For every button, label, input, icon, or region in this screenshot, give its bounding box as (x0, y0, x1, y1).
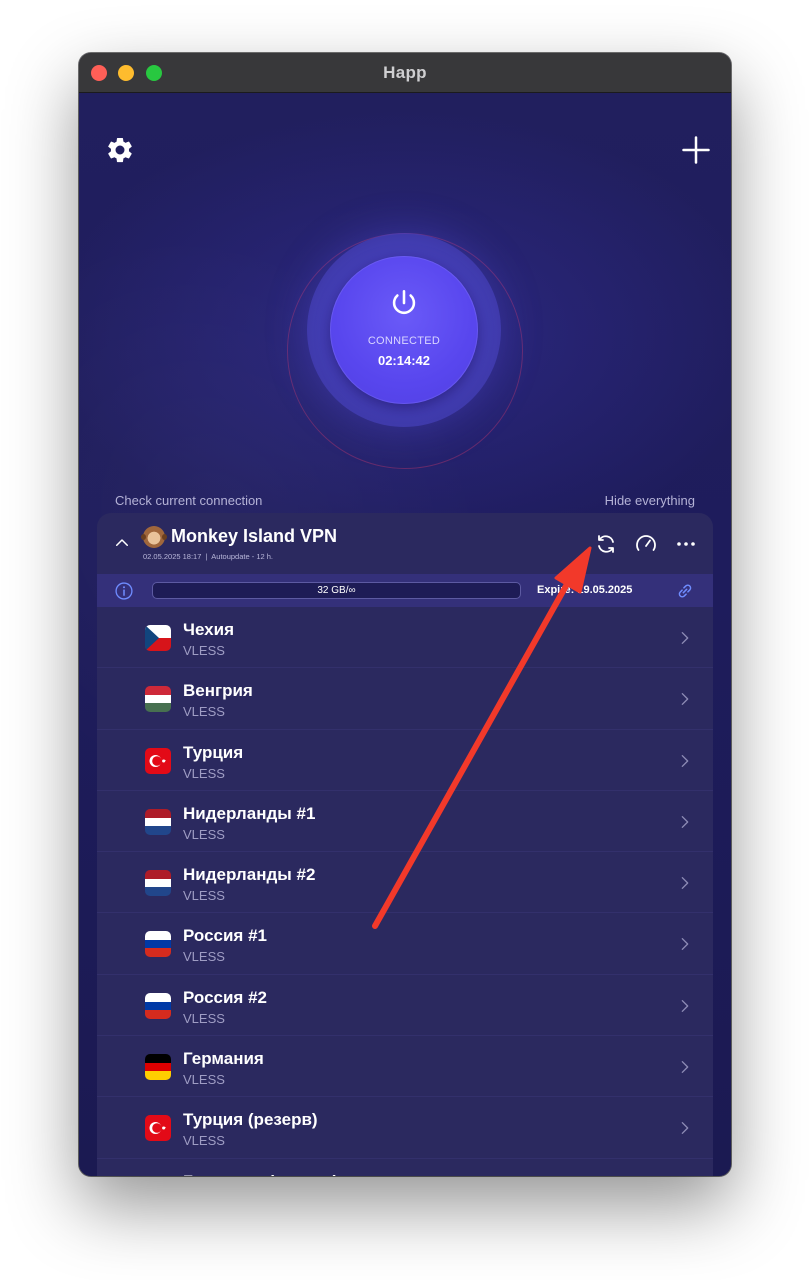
server-protocol: VLESS (183, 1133, 225, 1149)
server-name: Нидерланды #1 (183, 803, 316, 823)
more-options-icon[interactable] (674, 532, 698, 556)
chevron-right-icon (681, 938, 689, 951)
server-name: Германия (резерв) (183, 1172, 338, 1176)
chevron-right-icon (681, 999, 689, 1012)
server-protocol: VLESS (183, 643, 225, 658)
chevron-up-icon[interactable] (113, 534, 131, 552)
server-name: Россия #1 (183, 926, 267, 946)
refresh-icon[interactable] (594, 532, 618, 556)
window-title: Happ (383, 63, 427, 82)
traffic-progress: 32 GB/∞ (152, 582, 521, 599)
server-name: Нидерланды #2 (183, 865, 316, 885)
server-item[interactable]: Нидерланды #2 VLESS (97, 852, 713, 914)
flag-ru-icon (145, 992, 171, 1019)
server-name: Чехия (183, 620, 234, 639)
server-item[interactable]: Турция VLESS (97, 730, 713, 791)
traffic-label: 32 GB/∞ (317, 585, 356, 596)
subscription-meta: 02.05.2025 18:17 | Autoupdate - 12 h. (143, 552, 273, 561)
server-name: Россия #2 (183, 987, 267, 1007)
server-protocol: VLESS (183, 765, 225, 781)
chevron-right-icon (681, 815, 689, 828)
power-icon (392, 290, 416, 315)
flag-tr-icon (145, 747, 171, 774)
server-list: Чехия VLESS Венгрия VLESS Турция VLESS Нидерла… (97, 607, 713, 1176)
subscription-name: Monkey Island VPN (171, 526, 338, 546)
server-protocol: VLESS (183, 826, 225, 842)
connection-status: CONNECTED (367, 335, 441, 347)
server-protocol: VLESS (183, 704, 225, 720)
chevron-right-icon (681, 693, 689, 706)
server-item[interactable]: Чехия VLESS (97, 607, 713, 669)
check-connection-link[interactable]: Check current connection (115, 493, 262, 508)
server-item[interactable]: Россия #2 VLESS (97, 975, 713, 1037)
server-protocol: VLESS (183, 1010, 225, 1026)
server-name: Турция (резерв) (183, 1110, 318, 1130)
subscription-header: Monkey Island VPN 02.05.2025 18:17 | Aut… (97, 513, 713, 574)
connection-timer: 02:14:42 (377, 353, 431, 368)
speedometer-icon[interactable] (634, 532, 658, 556)
server-protocol: VLESS (183, 1072, 225, 1088)
server-item[interactable]: Нидерланды #1 VLESS (97, 791, 713, 853)
server-name: Германия (183, 1049, 264, 1069)
subscription-updated: 02.05.2025 18:17 (143, 552, 202, 561)
hide-everything-link[interactable]: Hide everything (605, 493, 695, 508)
chevron-right-icon (681, 754, 689, 767)
server-name: Венгрия (183, 681, 253, 701)
gear-icon[interactable] (105, 135, 135, 165)
info-icon[interactable] (114, 581, 134, 601)
server-item[interactable]: Россия #1 VLESS (97, 913, 713, 975)
link-icon[interactable] (674, 581, 696, 601)
chevron-right-icon (681, 632, 689, 644)
server-item[interactable]: Германия (резерв)VLESS (97, 1159, 713, 1176)
app-window: Happ CONNECTED 02:14:42 Check current co… (79, 53, 731, 1176)
flag-cz-icon (145, 625, 171, 651)
traffic-bar: 32 GB/∞ Expire: 19.05.2025 (97, 574, 713, 607)
plus-icon[interactable] (681, 135, 711, 165)
chevron-right-icon (681, 1061, 689, 1074)
server-item[interactable]: Турция (резерв) VLESS (97, 1097, 713, 1159)
main-content: CONNECTED 02:14:42 Check current connect… (79, 93, 731, 1176)
meta-separator: | (205, 552, 208, 561)
chevron-right-icon (681, 877, 689, 890)
server-name: Турция (183, 742, 244, 762)
monkey-face-icon (141, 526, 167, 548)
expire-date: Expire: 19.05.2025 (537, 584, 633, 596)
power-button[interactable]: CONNECTED 02:14:42 (330, 256, 478, 404)
flag-ru-icon (145, 931, 171, 958)
flag-nl-icon (145, 808, 171, 835)
server-protocol: VLESS (183, 888, 225, 904)
subscription-panel: Monkey Island VPN 02.05.2025 18:17 | Aut… (97, 513, 713, 1176)
flag-tr-icon (145, 1115, 171, 1142)
server-item[interactable]: Германия VLESS (97, 1036, 713, 1098)
subscription-autoupdate: Autoupdate - 12 h. (211, 552, 273, 561)
flag-nl-icon (145, 870, 171, 897)
title-bar[interactable]: Happ (79, 53, 731, 93)
server-item[interactable]: Венгрия VLESS (97, 668, 713, 730)
flag-hu-icon (145, 686, 171, 713)
chevron-right-icon (681, 1122, 689, 1135)
flag-de-icon (145, 1054, 171, 1081)
server-protocol: VLESS (183, 949, 225, 965)
